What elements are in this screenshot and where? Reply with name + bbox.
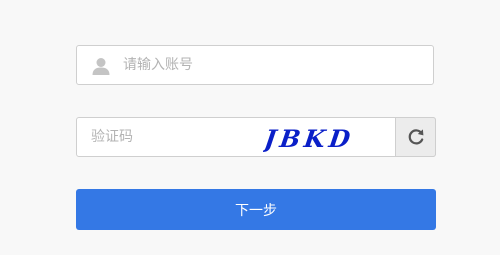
refresh-icon bbox=[408, 129, 423, 145]
refresh-captcha-button[interactable] bbox=[395, 117, 436, 157]
captcha-field[interactable]: JBKD bbox=[76, 117, 436, 157]
next-step-button[interactable]: 下一步 bbox=[76, 189, 436, 230]
account-input[interactable] bbox=[123, 46, 423, 84]
captcha-text: JBKD bbox=[263, 124, 353, 153]
captcha-image[interactable]: JBKD bbox=[263, 122, 353, 154]
captcha-input[interactable] bbox=[91, 118, 241, 156]
account-field[interactable] bbox=[76, 45, 434, 85]
user-icon bbox=[92, 58, 110, 75]
